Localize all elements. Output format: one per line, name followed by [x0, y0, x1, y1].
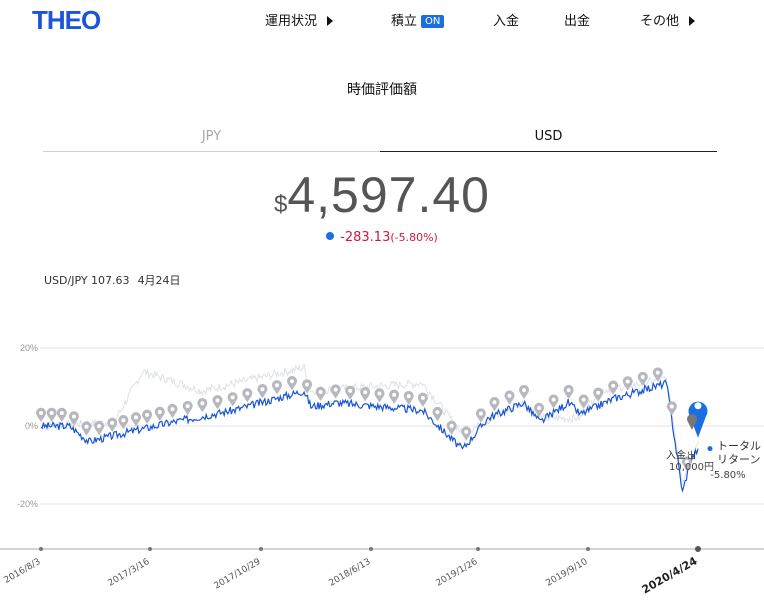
deposit-marker-dot: [185, 404, 190, 409]
deposit-marker-dot: [640, 375, 645, 380]
deposit-marker-dot: [596, 390, 601, 395]
total-return-dot-icon: [707, 446, 713, 452]
tab-usd[interactable]: USD: [380, 129, 717, 152]
y-tick-label: -20%: [17, 499, 38, 509]
fx-rate-value: USD/JPY 107.63: [44, 274, 130, 287]
performance-chart[interactable]: 20% 0% -20% 入金 出10,000円トータルリターン -5.80% 2016/8/…: [0, 330, 764, 602]
x-tick-dot: [695, 546, 701, 552]
x-tick-label: 2018/6/13: [328, 557, 373, 589]
deposit-marker-dot: [566, 388, 571, 393]
nav-other[interactable]: その他: [640, 10, 696, 29]
nav-portfolio-status[interactable]: 運用状況: [265, 10, 334, 29]
deposit-marker-dot: [581, 397, 586, 402]
deposit-marker-dot: [392, 392, 397, 397]
deposit-marker-dot: [551, 397, 556, 402]
deposit-marker-dot: [348, 388, 353, 393]
deposit-marker-dot: [245, 391, 250, 396]
deposit-marker-dot: [121, 418, 126, 423]
top-header: THEO 運用状況 積立 ON 入金 出金 その他: [0, 0, 764, 40]
deposit-marker-dot: [59, 411, 64, 415]
deposit-marker-dot: [435, 410, 440, 415]
deposit-marker-dot: [305, 382, 310, 387]
total-return-value: -283.13: [340, 230, 391, 245]
deposit-marker-dot: [377, 391, 382, 396]
deposit-marker-dot: [522, 388, 527, 393]
deposit-marker-dot: [290, 379, 295, 384]
x-tick-label: 2019/9/10: [545, 557, 590, 589]
deposit-marker-dot: [464, 429, 469, 434]
x-tick-label: 2016/8/3: [2, 557, 42, 586]
deposit-marker-dot: [406, 394, 411, 399]
x-tick-dot: [148, 547, 152, 551]
deposit-marker-dot: [230, 395, 235, 400]
x-tick-label: 2017/10/29: [213, 557, 263, 592]
y-tick-label: 20%: [20, 343, 38, 353]
deposit-marker-dot: [449, 423, 454, 428]
x-tick-dot: [476, 547, 480, 551]
x-tick-label: 2019/1/26: [435, 557, 480, 589]
deposit-marker-dot: [478, 411, 483, 416]
x-tick-dot: [586, 547, 590, 551]
total-return-annotation-line1: トータル: [717, 439, 761, 452]
deposit-marker-dot: [507, 393, 512, 398]
recurring-on-badge: ON: [421, 15, 445, 28]
deposit-marker-dot: [71, 414, 76, 419]
nav-deposit[interactable]: 入金: [493, 10, 519, 29]
caret-right-icon: [689, 16, 696, 26]
deposit-marker-dot: [260, 387, 265, 392]
deposit-marker-dot: [133, 415, 138, 420]
y-tick-label: 0%: [25, 421, 38, 431]
deposit-marker-dot: [537, 405, 542, 410]
theo-logo[interactable]: THEO: [32, 5, 101, 36]
deposit-marker-dot: [318, 389, 323, 394]
deposit-marker-dot: [97, 424, 102, 429]
nav-recurring-deposit[interactable]: 積立 ON: [391, 10, 445, 29]
x-tick-label: 2017/3/16: [107, 557, 152, 589]
deposit-marker-dot: [611, 383, 616, 388]
deposit-marker-dot: [84, 424, 89, 429]
nav-other-label: その他: [640, 14, 680, 29]
deposit-marker-dot: [625, 379, 630, 384]
deposit-marker-dot: [420, 395, 425, 400]
fx-rate-date: 4月24日: [137, 274, 181, 287]
deposit-amount-annotation: 10,000円: [669, 462, 714, 473]
current-position-pin-dot: [694, 402, 702, 410]
withdraw-annotation-label: 出: [687, 449, 696, 461]
deposit-annotation-label: 入金: [666, 448, 686, 461]
nav-portfolio-status-label: 運用状況: [265, 14, 318, 29]
currency-symbol: $: [274, 191, 288, 218]
deposit-marker-dot: [669, 404, 674, 409]
deposit-marker-dot: [274, 383, 279, 388]
benchmark-series-line: [40, 363, 699, 486]
market-value: $4,597.40: [0, 166, 764, 224]
caret-right-icon: [327, 16, 334, 26]
total-return: -283.13(-5.80%): [0, 230, 764, 245]
market-value-amount: 4,597.40: [287, 167, 490, 223]
x-tick-dot: [259, 547, 263, 551]
page-title: 時価評価額: [347, 82, 417, 98]
deposit-marker-dot: [363, 390, 368, 395]
fx-rate: USD/JPY 107.63 4月24日: [44, 272, 181, 288]
nav-withdraw[interactable]: 出金: [564, 10, 590, 29]
deposit-marker-dot: [655, 370, 660, 375]
x-tick-dot: [369, 547, 373, 551]
nav-recurring-deposit-label: 積立: [391, 14, 418, 29]
deposit-marker-dot: [492, 400, 497, 405]
deposit-marker-dot: [215, 398, 220, 403]
deposit-marker-dot: [110, 420, 115, 425]
x-tick-label: 2020/4/24: [640, 554, 700, 596]
deposit-marker-dot: [157, 409, 162, 414]
deposit-marker-dot: [39, 411, 43, 415]
deposit-marker-dot: [333, 387, 338, 392]
deposit-marker-dot: [200, 401, 205, 406]
tab-jpy[interactable]: JPY: [43, 129, 380, 152]
total-return-annotation-line2: リターン: [717, 453, 760, 466]
total-return-percent: (-5.80%): [390, 231, 438, 244]
deposit-marker-dot: [145, 412, 150, 417]
deposit-marker-dot: [170, 407, 175, 412]
return-dot-icon: [326, 232, 335, 240]
total-return-annotation-value: -5.80%: [710, 470, 745, 481]
x-tick-dot: [39, 547, 43, 551]
deposit-marker-dot: [49, 411, 54, 415]
